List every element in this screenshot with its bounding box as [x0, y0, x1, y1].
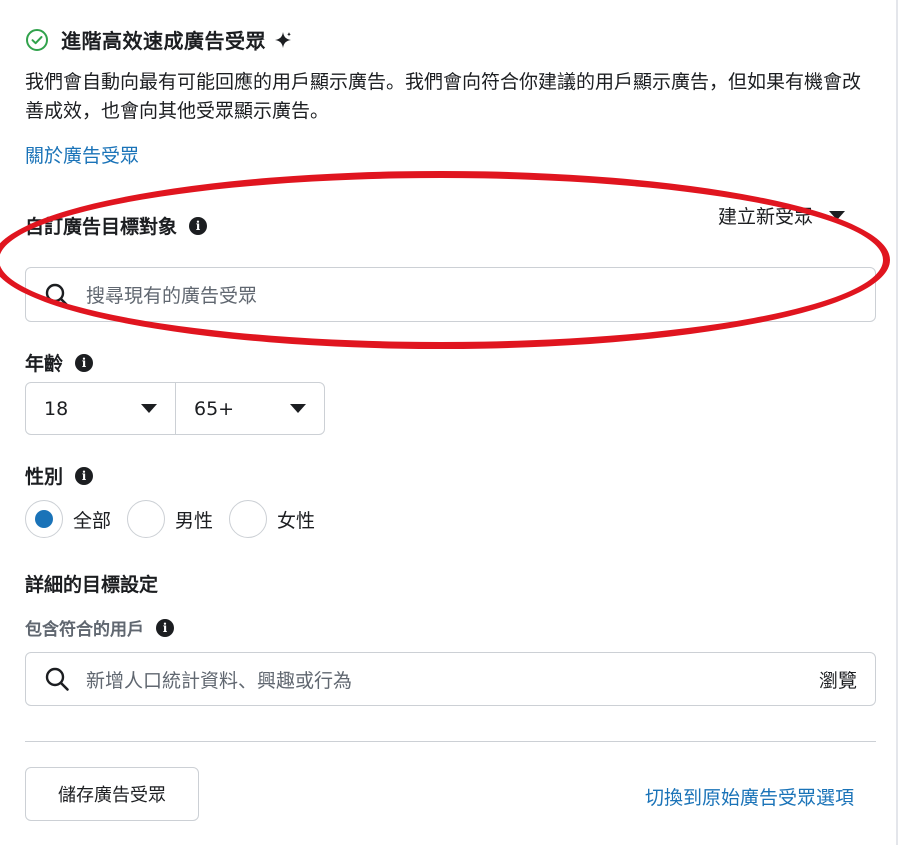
about-audience-link[interactable]: 關於廣告受眾 [25, 141, 139, 168]
caret-down-icon [290, 404, 306, 413]
custom-audience-label-text: 自訂廣告目標對象 [25, 216, 178, 238]
red-highlight-ellipse [0, 171, 890, 349]
gender-label-text: 性別 [25, 466, 64, 488]
custom-audience-label: 自訂廣告目標對象 i [25, 212, 208, 239]
gender-option-label: 全部 [73, 509, 112, 532]
info-icon[interactable]: i [75, 466, 94, 485]
audience-header: 進階高效速成廣告受眾 [25, 25, 292, 54]
include-matching-label: 包含符合的用戶 i [25, 615, 174, 640]
search-icon [45, 667, 69, 691]
info-icon[interactable]: i [156, 618, 174, 637]
info-icon[interactable]: i [75, 353, 94, 372]
audience-panel: 進階高效速成廣告受眾 我們會自動向最有可能回應的用戶顯示廣告。我們會向符合你建議… [0, 0, 898, 845]
detailed-targeting-label-text: 詳細的目標設定 [25, 574, 159, 596]
caret-down-icon [829, 211, 846, 220]
gender-option-label: 男性 [175, 509, 214, 532]
radio-button-selected[interactable] [25, 500, 63, 538]
gender-option-label: 女性 [277, 509, 316, 532]
age-range-selector: 18 65+ [25, 382, 325, 435]
age-max-select[interactable]: 65+ [175, 383, 324, 434]
include-matching-text: 包含符合的用戶 [25, 620, 144, 640]
browse-button[interactable]: 瀏覽 [819, 666, 857, 693]
audience-search-placeholder: 搜尋現有的廣告受眾 [86, 285, 258, 307]
switch-to-original-audience-link[interactable]: 切換到原始廣告受眾選項 [645, 783, 854, 810]
gender-radio-group: 全部 男性 女性 [25, 500, 331, 538]
audience-description: 我們會自動向最有可能回應的用戶顯示廣告。我們會向符合你建議的用戶顯示廣告，但如果… [25, 71, 862, 122]
radio-button[interactable] [229, 500, 268, 538]
create-new-audience-dropdown[interactable]: 建立新受眾 [718, 202, 846, 229]
radio-dot [35, 510, 53, 528]
caret-down-icon [141, 404, 157, 413]
detailed-search-placeholder: 新增人口統計資料、興趣或行為 [86, 669, 353, 692]
gender-label: 性別 i [25, 462, 94, 489]
detailed-targeting-search-input[interactable]: 新增人口統計資料、興趣或行為 瀏覽 [25, 652, 876, 706]
gender-option-female[interactable]: 女性 [229, 500, 315, 538]
age-label-text: 年齡 [25, 353, 64, 375]
age-label: 年齡 i [25, 349, 94, 376]
age-max-value: 65+ [194, 397, 235, 420]
gender-option-male[interactable]: 男性 [127, 500, 213, 538]
age-min-value: 18 [44, 397, 69, 420]
divider [25, 741, 876, 742]
radio-button[interactable] [127, 500, 166, 538]
sparkle-icon [275, 31, 291, 48]
age-min-select[interactable]: 18 [26, 383, 175, 434]
save-audience-button[interactable]: 儲存廣告受眾 [25, 767, 199, 821]
section-title: 進階高效速成廣告受眾 [61, 29, 266, 53]
detailed-targeting-label: 詳細的目標設定 [25, 570, 158, 597]
create-new-label: 建立新受眾 [718, 206, 814, 228]
gender-option-all[interactable]: 全部 [25, 500, 111, 538]
check-circle-icon [26, 28, 48, 51]
audience-search-input[interactable]: 搜尋現有的廣告受眾 [25, 267, 876, 322]
info-icon[interactable]: i [189, 216, 208, 235]
search-icon [45, 283, 69, 307]
